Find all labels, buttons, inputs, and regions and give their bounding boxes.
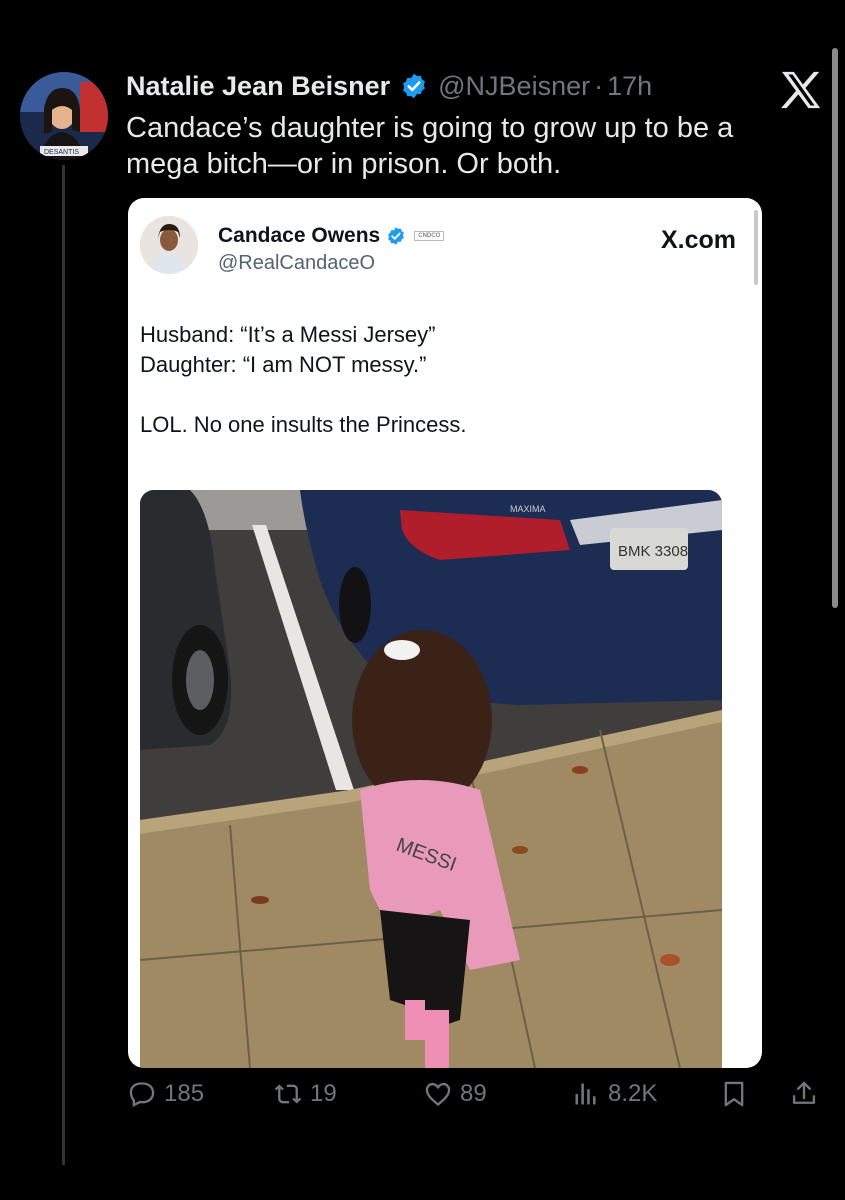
quoted-line [140, 380, 740, 410]
author-handle[interactable]: @NJBeisner [438, 71, 590, 102]
quoted-author: Candace Owens CNDCO [218, 224, 445, 248]
views-button[interactable]: 8.2K [572, 1080, 657, 1108]
verified-icon [403, 73, 426, 99]
separator: · [594, 70, 604, 101]
avatar-caption: DESANTIS [44, 149, 79, 156]
quoted-screenshot-card[interactable]: Candace Owens CNDCO @RealCandaceO X.com … [128, 198, 762, 1068]
photo-girl-near-car: BMK 3308 MAXIMA MESSI [140, 490, 722, 1068]
like-icon [425, 1082, 451, 1107]
quoted-avatar-image [140, 216, 198, 274]
quoted-handle: @RealCandaceO [218, 252, 376, 274]
reply-icon [129, 1082, 155, 1107]
author-avatar[interactable]: DESANTIS [20, 72, 108, 160]
views-icon [575, 1083, 596, 1105]
repost-button[interactable]: 19 [274, 1080, 337, 1108]
author-name[interactable]: Natalie Jean Beisner [126, 71, 390, 102]
quoted-line: LOL. No one insults the Princess. [140, 412, 467, 437]
like-count: 89 [460, 1080, 487, 1107]
action-bar: 185 19 89 8.2K [128, 1080, 828, 1130]
x-logo-icon[interactable] [780, 70, 824, 110]
post-time[interactable]: 17h [607, 71, 652, 102]
share-button[interactable] [790, 1080, 818, 1108]
quoted-photo: BMK 3308 MAXIMA MESSI [140, 490, 722, 1068]
like-button[interactable]: 89 [424, 1080, 487, 1108]
card-scrollbar [754, 210, 758, 285]
avatar-image: DESANTIS [20, 72, 108, 160]
thread-line [62, 165, 65, 1165]
quoted-line: Daughter: “I am NOT messy.” [140, 352, 427, 377]
quoted-verified-icon [388, 227, 405, 245]
reply-count: 185 [164, 1080, 205, 1107]
bookmark-icon [724, 1081, 744, 1107]
repost-count: 19 [310, 1080, 337, 1107]
quoted-affiliate-badge: CNDCO [414, 231, 445, 241]
quoted-author-name: Candace Owens [218, 224, 381, 247]
quoted-text: Husband: “It’s a Messi Jersey” Daughter:… [140, 320, 740, 440]
repost-icon [274, 1084, 302, 1104]
plate-text: BMK 3308 [618, 543, 688, 560]
post-header: Natalie Jean Beisner @NJBeisner · 17h [126, 66, 805, 106]
post-text: Candace’s daughter is going to grow up t… [126, 112, 734, 180]
bookmark-button[interactable] [720, 1080, 748, 1108]
share-icon [792, 1081, 816, 1104]
quoted-line: Husband: “It’s a Messi Jersey” [140, 322, 436, 347]
car-badge-text: MAXIMA [510, 504, 546, 514]
views-count: 8.2K [608, 1080, 658, 1107]
quoted-site-label: X.com [660, 226, 736, 254]
page-scrollbar[interactable] [832, 48, 838, 608]
quoted-avatar [140, 216, 198, 274]
reply-button[interactable]: 185 [128, 1080, 204, 1108]
